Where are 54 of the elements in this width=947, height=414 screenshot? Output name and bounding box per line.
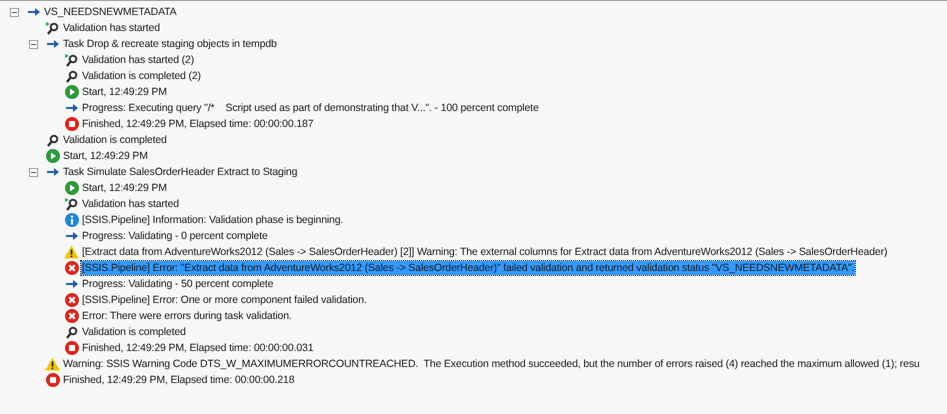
log-entry[interactable]: Validation has started [62,21,161,35]
minus-icon [31,170,36,174]
log-entry[interactable]: Finished, 12:49:29 PM, Elapsed time: 00:00:00.187 [81,117,314,131]
log-entry[interactable]: Validation is completed [81,325,187,339]
warning-icon [45,357,60,371]
magnifier-flag-icon [65,198,78,210]
log-entry[interactable]: [SSIS.Pipeline] Error: One or more component failed validation. [81,293,368,307]
stop-icon [64,117,78,131]
error-icon [64,261,78,275]
error-icon [64,309,78,323]
log-entry[interactable]: Error: There were errors during task validation. [81,309,293,323]
stop-icon [46,373,60,387]
log-entry[interactable]: Start, 12:49:29 PM [81,181,168,195]
info-icon [64,213,78,227]
play-icon [64,85,78,99]
arrow-icon [46,167,58,177]
magnifier-icon [65,326,78,338]
log-entry[interactable]: [Extract data from AdventureWorks2012 (Sales -> SalesOrderHeader) [2]] Warning: The external columns for Extract data from AdventureWorks2012 (Sales -> SalesOrderHeader) [81,245,888,259]
arrow-icon [66,103,78,113]
log-entry[interactable]: [SSIS.Pipeline] Information: Validation phase is beginning. [81,213,344,227]
log-entry[interactable]: Task Simulate SalesOrderHeader Extract to Staging [62,165,298,179]
magnifier-icon [65,70,78,82]
warning-icon [64,245,79,259]
log-entry[interactable]: [SSIS.Pipeline] Error: "Extract data from AdventureWorks2012 (Sales -> SalesOrderHeader)" failed validation and returned validation status "VS_NEEDSNEWMETADATA". [81,261,856,275]
arrow-icon [66,279,78,289]
log-entry[interactable]: Validation is completed [62,133,168,147]
log-entry[interactable]: Validation is completed (2) [81,69,202,83]
arrow-icon [28,7,40,17]
log-entry[interactable]: VS_NEEDSNEWMETADATA [43,5,178,19]
log-entry[interactable]: Start, 12:49:29 PM [62,149,149,163]
log-entry[interactable]: Progress: Executing query "/* Script used as part of demonstrating that V...". - 100 percent complete [81,101,540,115]
arrow-icon [66,231,78,241]
log-entry[interactable]: Validation has started [81,197,180,211]
log-entry[interactable]: Progress: Validating - 0 percent complete [81,229,269,243]
error-icon [64,293,78,307]
expand-toggle[interactable] [10,8,19,16]
minus-icon [12,10,17,14]
play-icon [46,149,60,163]
play-icon [64,181,78,195]
expand-toggle[interactable] [29,168,38,176]
log-entry[interactable]: Warning: SSIS Warning Code DTS_W_MAXIMUMERRORCOUNTREACHED. The Execution method succeeded, but the number of errors raised (4) reached the maximum allowed (1); resu [62,357,921,371]
stop-icon [64,341,78,355]
minus-icon [31,42,36,46]
log-entry[interactable]: Validation has started (2) [81,53,196,67]
magnifier-flag-icon [65,54,78,66]
magnifier-icon [46,134,59,146]
arrow-icon [46,39,58,49]
log-entry[interactable]: Task Drop & recreate staging objects in tempdb [62,37,278,51]
log-entry[interactable]: Progress: Validating - 50 percent complete [81,277,274,291]
log-entry[interactable]: Start, 12:49:29 PM [81,85,168,99]
log-entry[interactable]: Finished, 12:49:29 PM, Elapsed time: 00:00:00.218 [62,373,296,387]
log-entry[interactable]: Finished, 12:49:29 PM, Elapsed time: 00:00:00.031 [81,341,314,355]
magnifier-flag-icon [46,22,59,34]
expand-toggle[interactable] [29,40,38,48]
